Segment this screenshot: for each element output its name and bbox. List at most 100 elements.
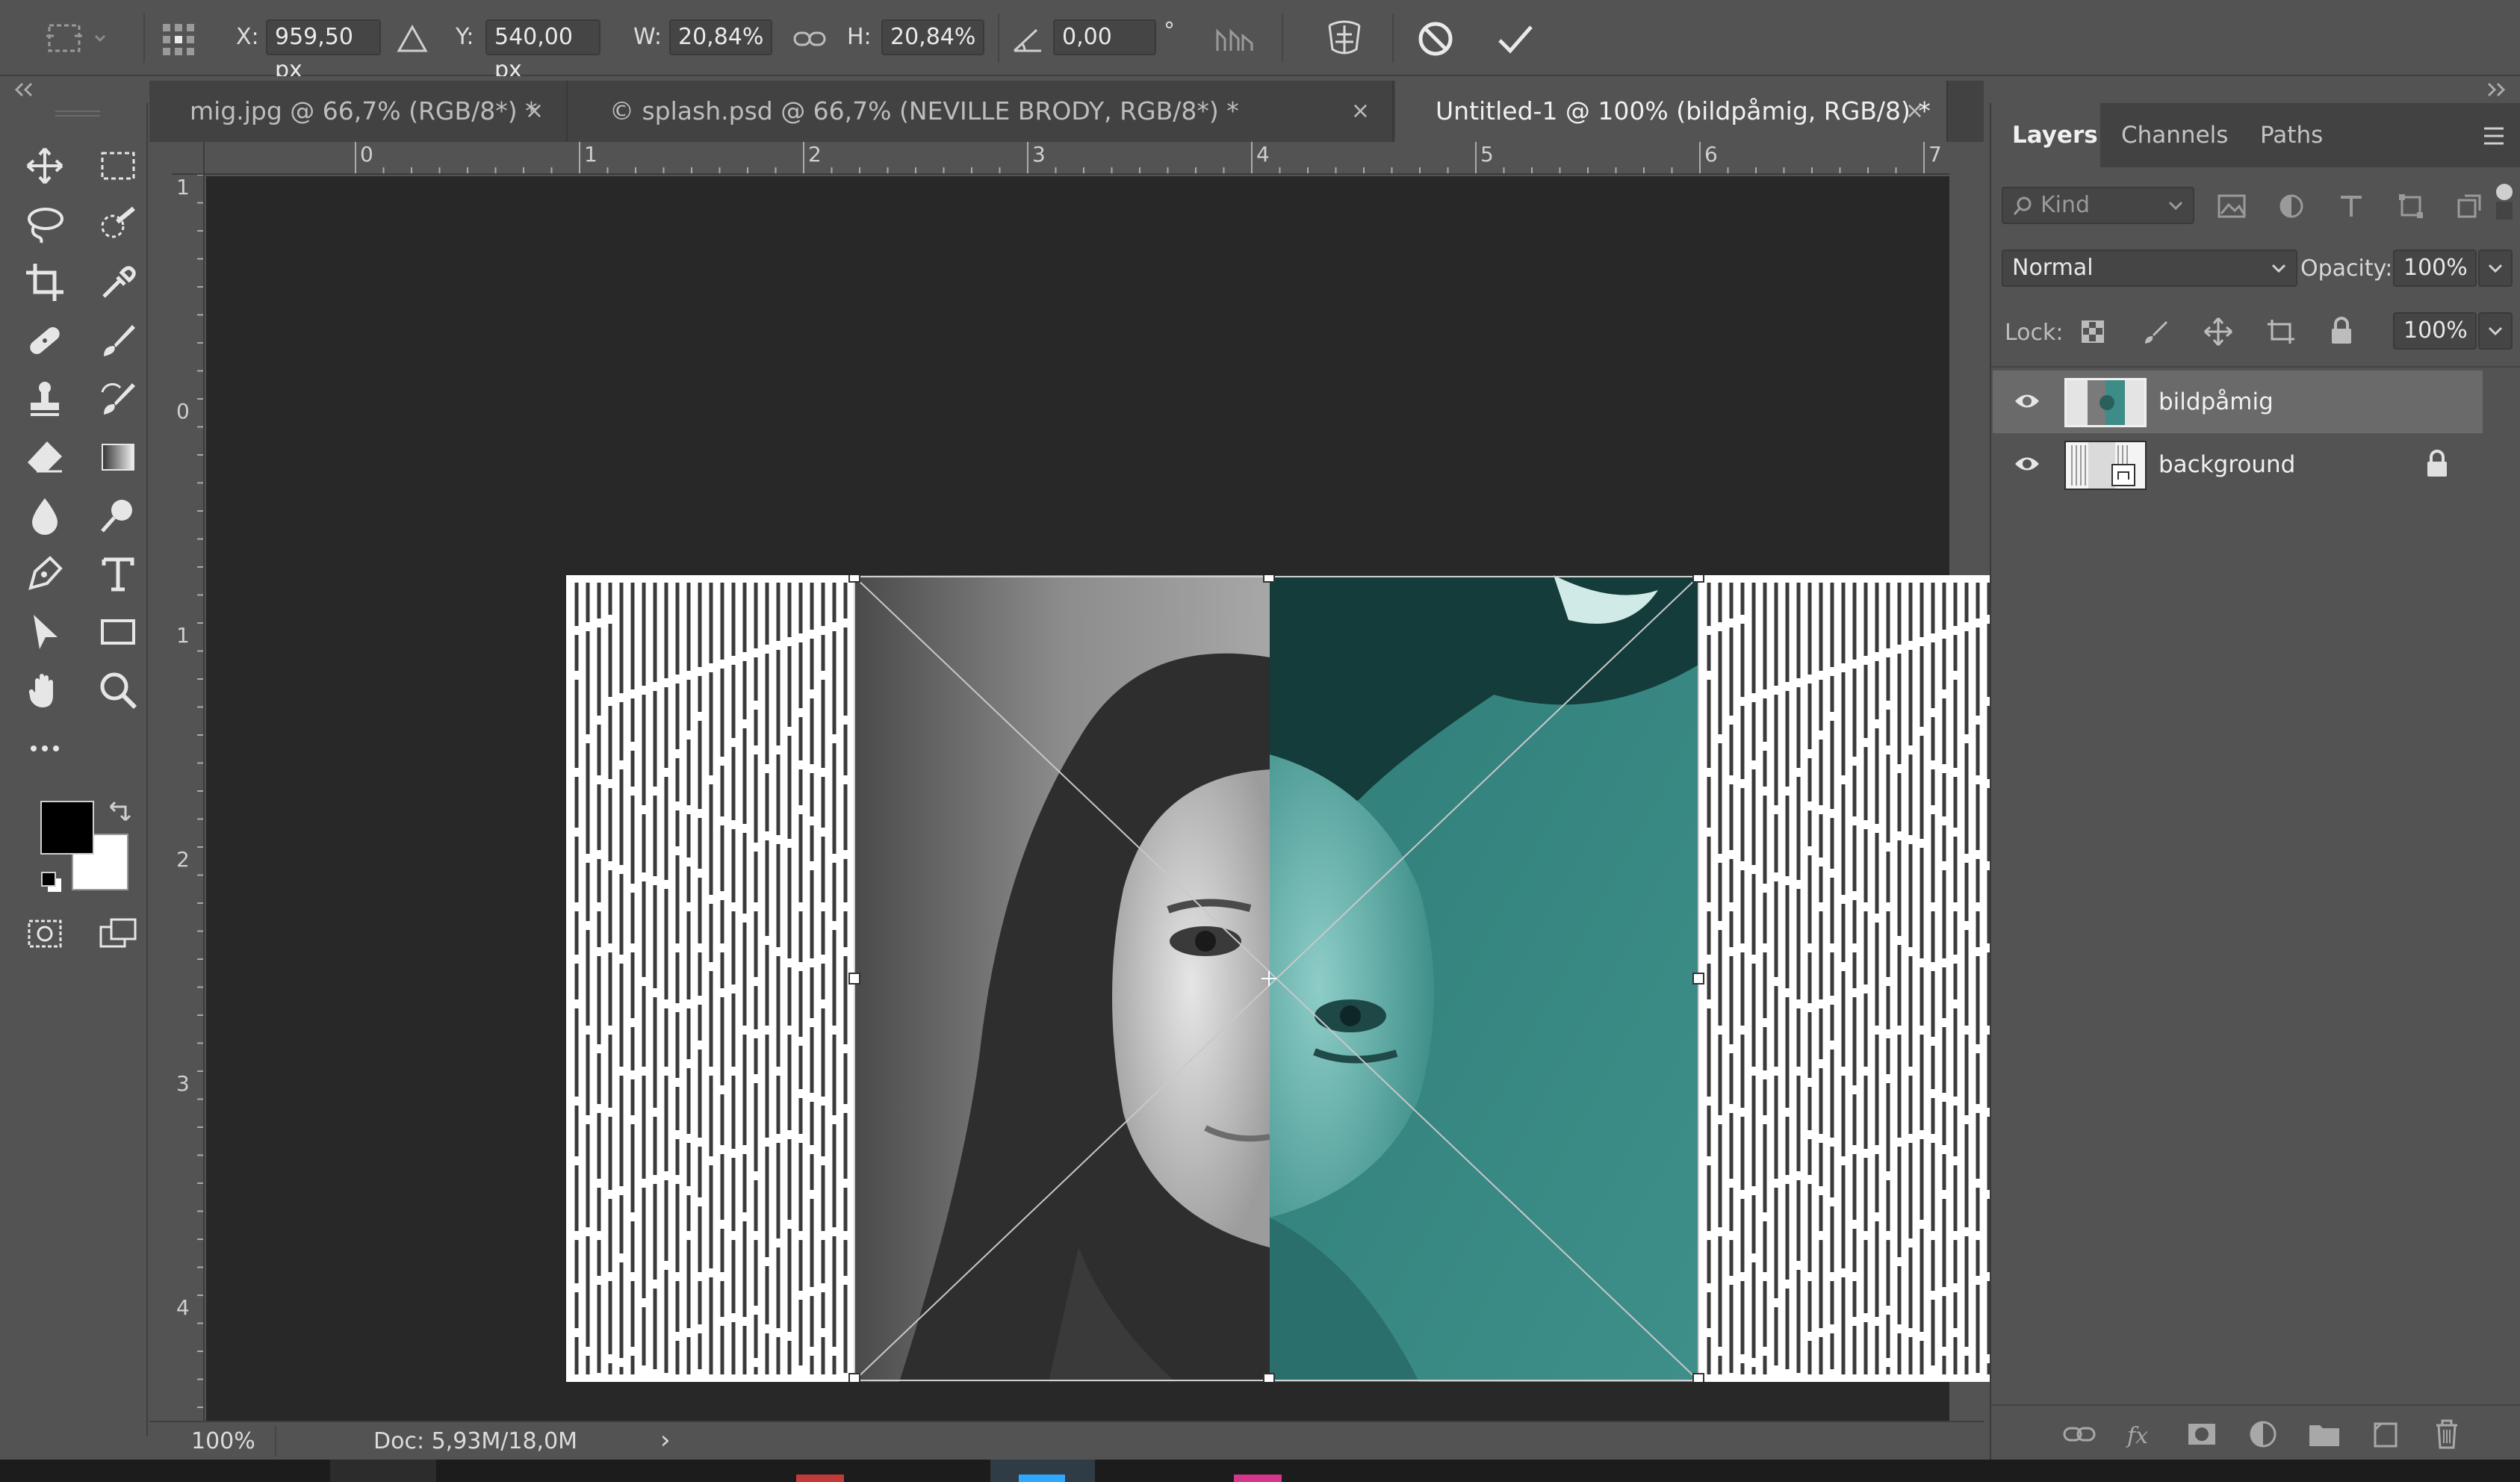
eyedropper-tool[interactable] xyxy=(91,258,145,306)
lock-transparent-pixels-icon[interactable] xyxy=(2079,318,2106,345)
edit-toolbar[interactable] xyxy=(18,725,72,772)
close-icon[interactable]: × xyxy=(1351,81,1370,142)
tab-paths[interactable]: Paths xyxy=(2260,103,2323,167)
zoom-level[interactable]: 100% xyxy=(191,1428,255,1454)
panel-menu-icon[interactable] xyxy=(2481,125,2507,146)
collapse-right-icon[interactable] xyxy=(2486,82,2508,97)
quick-mask-tool[interactable] xyxy=(18,910,72,958)
canvas-area[interactable] xyxy=(206,176,2000,1421)
transform-bounding-box[interactable] xyxy=(566,575,2000,1382)
tab-splash-psd[interactable]: © splash.psd @ 66,7% (NEVILLE BRODY, RGB… xyxy=(569,81,1394,142)
tab-layers[interactable]: Layers xyxy=(1991,103,2100,167)
link-layers-icon[interactable] xyxy=(2063,1418,2096,1451)
quick-selection-tool[interactable] xyxy=(91,200,145,248)
gradient-tool[interactable] xyxy=(91,433,145,481)
zoom-tool[interactable] xyxy=(91,666,145,714)
filter-type-icon[interactable] xyxy=(2338,193,2365,220)
document-canvas[interactable] xyxy=(566,575,2000,1382)
pen-tool[interactable] xyxy=(18,550,72,598)
type-tool[interactable] xyxy=(91,550,145,598)
width-field[interactable]: 20,84% xyxy=(669,19,772,55)
eraser-tool[interactable] xyxy=(18,433,72,481)
taskbar-item[interactable] xyxy=(330,1460,436,1482)
dodge-tool[interactable] xyxy=(91,492,145,539)
adjustment-layer-icon[interactable] xyxy=(2247,1418,2280,1451)
move-tool[interactable] xyxy=(18,142,72,190)
horizontal-ruler[interactable]: 0 1 2 3 4 5 6 7 xyxy=(172,142,1949,175)
screen-mode-icon xyxy=(99,918,137,948)
healing-brush-tool[interactable] xyxy=(18,317,72,365)
swap-colors-icon[interactable] xyxy=(105,796,134,826)
vertical-ruler[interactable]: 1 0 1 2 3 4 xyxy=(172,175,205,1421)
history-brush-tool[interactable] xyxy=(91,375,145,423)
foreground-color-swatch[interactable] xyxy=(40,801,94,855)
folder-icon[interactable] xyxy=(2308,1418,2341,1451)
lock-position-icon[interactable] xyxy=(2203,317,2233,347)
warp-mode-icon[interactable] xyxy=(1322,16,1367,60)
new-layer-icon[interactable] xyxy=(2369,1418,2402,1451)
add-mask-icon[interactable] xyxy=(2185,1418,2218,1451)
trash-icon[interactable] xyxy=(2430,1418,2463,1451)
cancel-transform-icon[interactable] xyxy=(1415,18,1456,60)
lock-artboard-icon[interactable] xyxy=(2266,318,2296,345)
transform-handle-left[interactable] xyxy=(848,973,860,985)
transform-handle-bottom-right[interactable] xyxy=(1692,1373,1704,1382)
filter-toggle[interactable] xyxy=(2496,184,2513,220)
path-selection-tool[interactable] xyxy=(18,608,72,656)
tab-channels[interactable]: Channels xyxy=(2121,103,2228,167)
taskbar-item[interactable] xyxy=(796,1475,844,1482)
fill-dropdown[interactable] xyxy=(2478,312,2513,350)
status-menu-arrow[interactable]: › xyxy=(660,1425,671,1455)
hand-tool[interactable] xyxy=(18,666,72,714)
delta-icon[interactable] xyxy=(396,22,429,55)
taskbar-item[interactable] xyxy=(1234,1475,1282,1482)
close-icon[interactable]: × xyxy=(525,81,544,142)
lock-icon[interactable] xyxy=(2424,450,2450,478)
transform-handle-bottom-left[interactable] xyxy=(848,1373,860,1382)
transform-handle-bottom[interactable] xyxy=(1263,1373,1275,1382)
clone-stamp-tool[interactable] xyxy=(18,375,72,423)
transform-handle-top-right[interactable] xyxy=(1692,575,1704,583)
rectangle-tool[interactable] xyxy=(91,608,145,656)
filter-kind-select[interactable]: Kind xyxy=(2002,187,2194,224)
opacity-dropdown[interactable] xyxy=(2478,249,2513,287)
toolbox-grip[interactable] xyxy=(55,111,100,117)
layer-row-background[interactable]: background xyxy=(1993,433,2483,496)
fill-field[interactable]: 100% xyxy=(2393,312,2477,350)
eye-visibility-icon[interactable] xyxy=(2014,391,2040,411)
default-colors-icon[interactable] xyxy=(39,869,64,895)
layer-row-bildpamig[interactable]: bildpåmig xyxy=(1993,370,2483,433)
transform-handle-right[interactable] xyxy=(1692,973,1704,985)
blend-mode-select[interactable]: Normal xyxy=(2002,249,2297,287)
rotate-angle-field[interactable]: 0,00 xyxy=(1053,19,1156,55)
collapse-left-icon[interactable] xyxy=(12,82,34,97)
eye-visibility-icon[interactable] xyxy=(2014,454,2040,474)
blur-tool[interactable] xyxy=(18,492,72,539)
filter-shape-icon[interactable] xyxy=(2398,193,2424,220)
lasso-tool[interactable] xyxy=(18,200,72,248)
filter-smart-object-icon[interactable] xyxy=(2456,193,2483,220)
link-icon[interactable] xyxy=(792,22,828,55)
x-position-field[interactable]: 959,50 px xyxy=(266,19,381,83)
tab-mig-jpg[interactable]: mig.jpg @ 66,7% (RGB/8*) * × xyxy=(149,81,568,142)
brush-tool[interactable] xyxy=(91,317,145,365)
transform-tool-preset-icon[interactable] xyxy=(43,18,111,58)
screen-mode-tool[interactable] xyxy=(91,910,145,958)
opacity-field[interactable]: 100% xyxy=(2393,249,2477,287)
ruler-origin[interactable] xyxy=(172,142,205,175)
transform-handle-top-left[interactable] xyxy=(848,575,860,583)
filter-pixel-icon[interactable] xyxy=(2217,193,2247,220)
lock-image-pixels-icon[interactable] xyxy=(2142,318,2169,345)
filter-adjustment-icon[interactable] xyxy=(2278,193,2305,220)
crop-tool[interactable] xyxy=(18,258,72,306)
close-icon[interactable]: × xyxy=(1905,81,1924,142)
height-field[interactable]: 20,84% xyxy=(881,19,984,55)
tab-untitled-1[interactable]: Untitled-1 @ 100% (bildpåmig, RGB/8) * × xyxy=(1395,81,1948,142)
fx-icon[interactable]: fx xyxy=(2124,1418,2157,1451)
marquee-tool[interactable] xyxy=(91,142,145,190)
commit-transform-icon[interactable] xyxy=(1494,18,1536,60)
y-position-field[interactable]: 540,00 px xyxy=(485,19,600,83)
warp-skew-icon[interactable] xyxy=(1213,21,1258,57)
transform-handle-top[interactable] xyxy=(1263,575,1275,583)
reference-point-icon[interactable] xyxy=(158,19,199,60)
